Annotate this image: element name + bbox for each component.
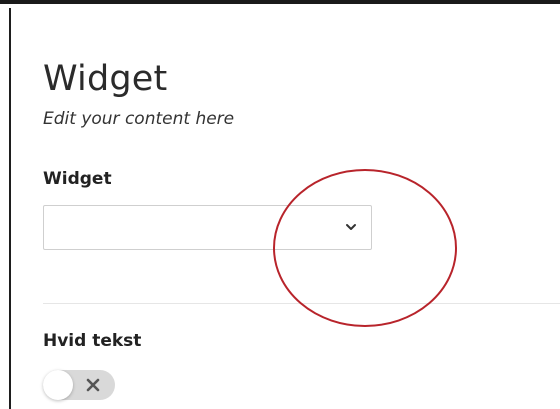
page-subtitle: Edit your content here <box>43 109 235 129</box>
page-title: Widget <box>43 59 168 99</box>
white-text-label: Hvid tekst <box>43 331 142 351</box>
widget-field-label: Widget <box>43 169 112 189</box>
close-icon <box>86 378 100 392</box>
white-text-toggle[interactable] <box>43 370 115 400</box>
toggle-knob <box>43 370 73 400</box>
editor-window: Widget Edit your content here Widget Hvi… <box>0 0 560 409</box>
widget-select[interactable] <box>43 205 372 250</box>
chevron-down-icon <box>346 224 356 230</box>
section-divider <box>43 303 560 304</box>
